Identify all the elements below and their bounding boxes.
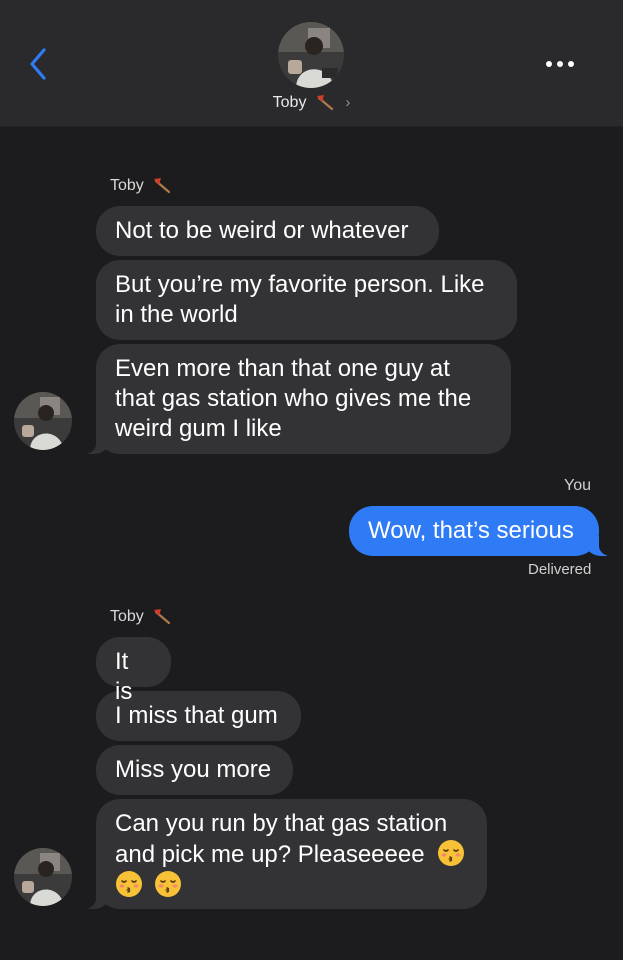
- dot-icon: [557, 61, 563, 67]
- axe-icon: [316, 95, 333, 111]
- outgoing-message-bubble[interactable]: Wow, that’s serious: [349, 506, 613, 556]
- message-bubble[interactable]: Can you run by that gas station and pick…: [82, 799, 487, 909]
- dot-icon: [568, 61, 574, 67]
- message-bubble[interactable]: Even more than that one guy at that gas …: [82, 344, 511, 454]
- message-bubble[interactable]: Not to be weird or whatever: [96, 206, 439, 256]
- conversation-header: Toby ›: [0, 0, 623, 127]
- delivered-status: Delivered: [528, 561, 592, 578]
- sender-name: Toby: [110, 177, 144, 195]
- message-text: Not to be weird or whatever: [115, 217, 409, 244]
- message-text-line: Even more than that one guy at: [115, 355, 450, 382]
- message-text-line: that gas station who gives me the: [115, 385, 472, 412]
- message-bubble[interactable]: But you’re my favorite person. Like in t…: [96, 260, 517, 340]
- sender-label: Toby: [110, 177, 172, 195]
- contact-name: Toby: [272, 94, 307, 112]
- message-text: and pick me up? Pleaseeeee: [115, 841, 425, 868]
- dot-icon: [546, 61, 552, 67]
- axe-icon: [154, 609, 171, 625]
- message-text-line: Can you run by that gas station: [115, 810, 448, 837]
- kissing-face-icon: [438, 840, 465, 866]
- message-text: Wow, that’s serious: [368, 517, 574, 544]
- axe-icon: [154, 178, 171, 194]
- message-bubble[interactable]: It is: [96, 637, 171, 705]
- sender-name: Toby: [110, 608, 144, 626]
- chevron-left-icon: [30, 48, 46, 80]
- contact-avatar[interactable]: [278, 22, 344, 88]
- message-text-line: weird gum I like: [115, 415, 282, 442]
- message-text: I miss that gum: [115, 702, 278, 729]
- kissing-face-icon: [116, 871, 142, 897]
- sender-avatar[interactable]: [14, 392, 72, 450]
- chevron-right-icon: ›: [345, 94, 351, 112]
- contact-name-button[interactable]: Toby ›: [0, 94, 623, 112]
- avatar-photo: [278, 22, 344, 88]
- message-bubble[interactable]: Miss you more: [96, 745, 293, 795]
- message-text-line: and pick me up? Pleaseeeee: [115, 839, 468, 870]
- message-text-line: [115, 870, 468, 901]
- sender-label: Toby: [110, 608, 172, 626]
- back-button[interactable]: [24, 44, 54, 84]
- avatar-photo: [14, 848, 72, 906]
- message-text-line: But you’re my favorite person. Like: [115, 271, 485, 298]
- more-options-button[interactable]: [540, 52, 580, 76]
- message-text-line: in the world: [115, 301, 238, 328]
- avatar-photo: [14, 392, 72, 450]
- sender-avatar[interactable]: [14, 848, 72, 906]
- you-label: You: [564, 477, 591, 494]
- message-text: Miss you more: [115, 756, 272, 783]
- kissing-face-icon: [154, 871, 181, 897]
- message-text: It is: [115, 648, 133, 705]
